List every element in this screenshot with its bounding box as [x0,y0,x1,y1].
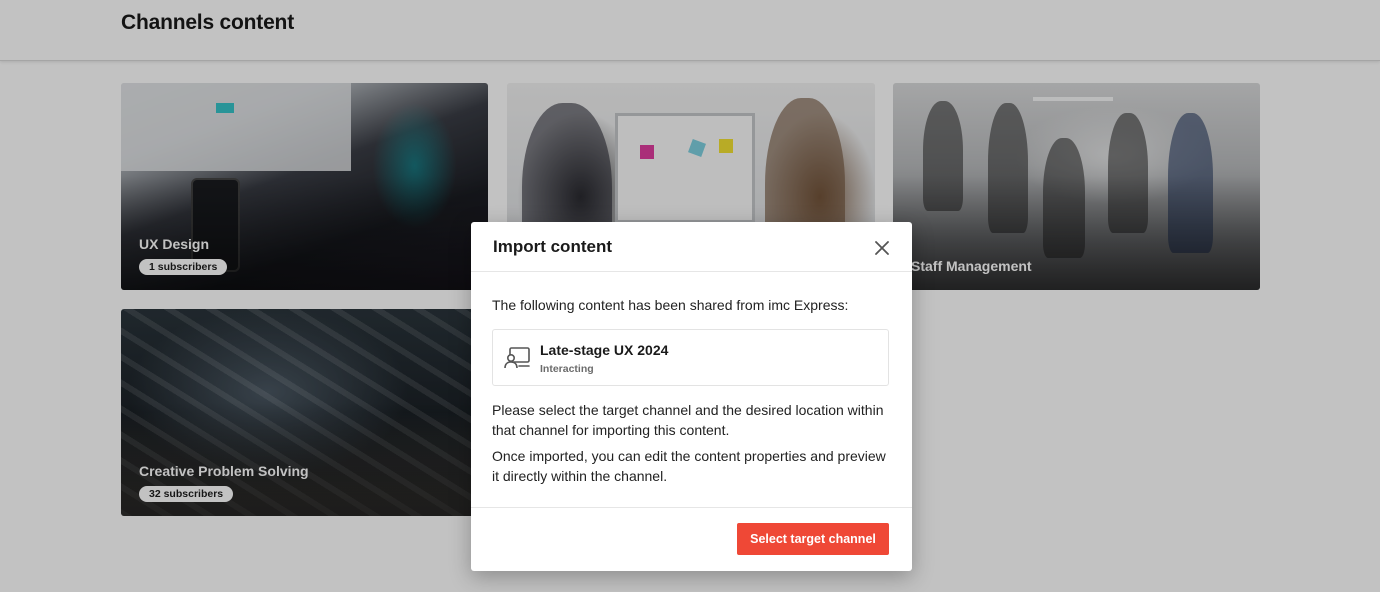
dialog-title: Import content [493,237,612,256]
close-button[interactable] [871,237,893,259]
info-text: Once imported, you can edit the content … [492,448,886,484]
content-item-status: Interacting [540,363,594,375]
instruction-text: Please select the target channel and the… [492,402,884,438]
shared-content-item: Late-stage UX 2024 Interacting [492,329,889,386]
presentation-icon [504,347,530,369]
select-target-channel-button[interactable]: Select target channel [737,523,889,555]
dialog-header: Import content [471,222,912,272]
intro-text: The following content has been shared fr… [492,297,849,313]
content-item-title: Late-stage UX 2024 [540,342,669,358]
close-icon [875,241,889,255]
import-content-dialog: Import content The following content has… [471,222,912,571]
dialog-footer: Select target channel [471,507,912,571]
